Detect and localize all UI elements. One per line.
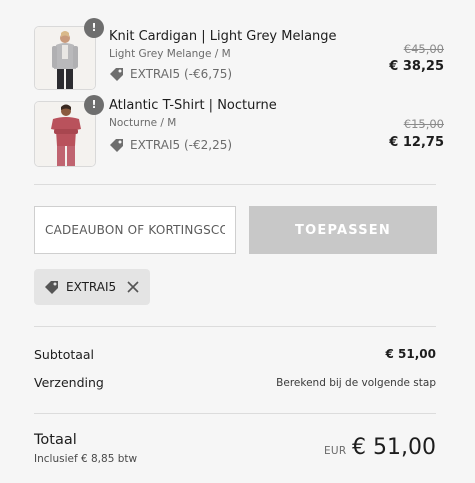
discounted-price: € 38,25: [389, 59, 444, 74]
total-value: € 51,00: [352, 435, 436, 460]
cart-item: ! Atlantic T-Shirt | Nocturne Nocturne /…: [34, 95, 444, 167]
product-variant: Light Grey Melange / M: [109, 48, 231, 60]
tag-icon: [110, 68, 123, 81]
item-discount: EXTRAI5 (-€6,75): [109, 66, 232, 82]
cardigan-product-photo: [35, 27, 95, 89]
applied-discount-code: EXTRAI5: [66, 280, 117, 294]
shipping-label: Verzending: [34, 375, 104, 390]
divider: [34, 184, 436, 185]
cart-item: ! Knit Cardigan | Light Grey Melange Lig…: [34, 18, 444, 90]
discount-code-input[interactable]: [34, 206, 236, 254]
product-variant: Nocturne / M: [109, 117, 177, 129]
item-discount-label: EXTRAI5 (-€6,75): [130, 67, 233, 81]
divider: [34, 413, 436, 414]
subtotal-label: Subtotaal: [34, 347, 95, 362]
product-name: Atlantic T-Shirt | Nocturne: [109, 98, 277, 113]
apply-discount-button[interactable]: TOEPASSEN: [249, 206, 437, 254]
divider: [34, 326, 436, 327]
discounted-price: € 12,75: [389, 135, 444, 150]
product-name: Knit Cardigan | Light Grey Melange: [109, 29, 337, 44]
item-notice-badge: !: [84, 95, 104, 115]
total-label: Totaal: [34, 432, 77, 448]
item-discount-label: EXTRAI5 (-€2,25): [130, 138, 233, 152]
original-price: €15,00: [403, 117, 444, 131]
applied-discount-chip: EXTRAI5: [34, 269, 150, 305]
original-price: €45,00: [403, 42, 444, 56]
item-notice-badge: !: [84, 18, 104, 38]
tag-icon: [110, 139, 123, 152]
tag-icon: [45, 281, 58, 294]
item-discount: EXTRAI5 (-€2,25): [109, 137, 232, 153]
tax-note: Inclusief € 8,85 btw: [34, 453, 138, 465]
order-summary: ! Knit Cardigan | Light Grey Melange Lig…: [0, 0, 475, 483]
close-icon[interactable]: [125, 279, 141, 295]
shipping-value: Berekend bij de volgende stap: [276, 377, 436, 389]
currency-code: EUR: [324, 445, 347, 457]
subtotal-value: € 51,00: [385, 347, 436, 361]
